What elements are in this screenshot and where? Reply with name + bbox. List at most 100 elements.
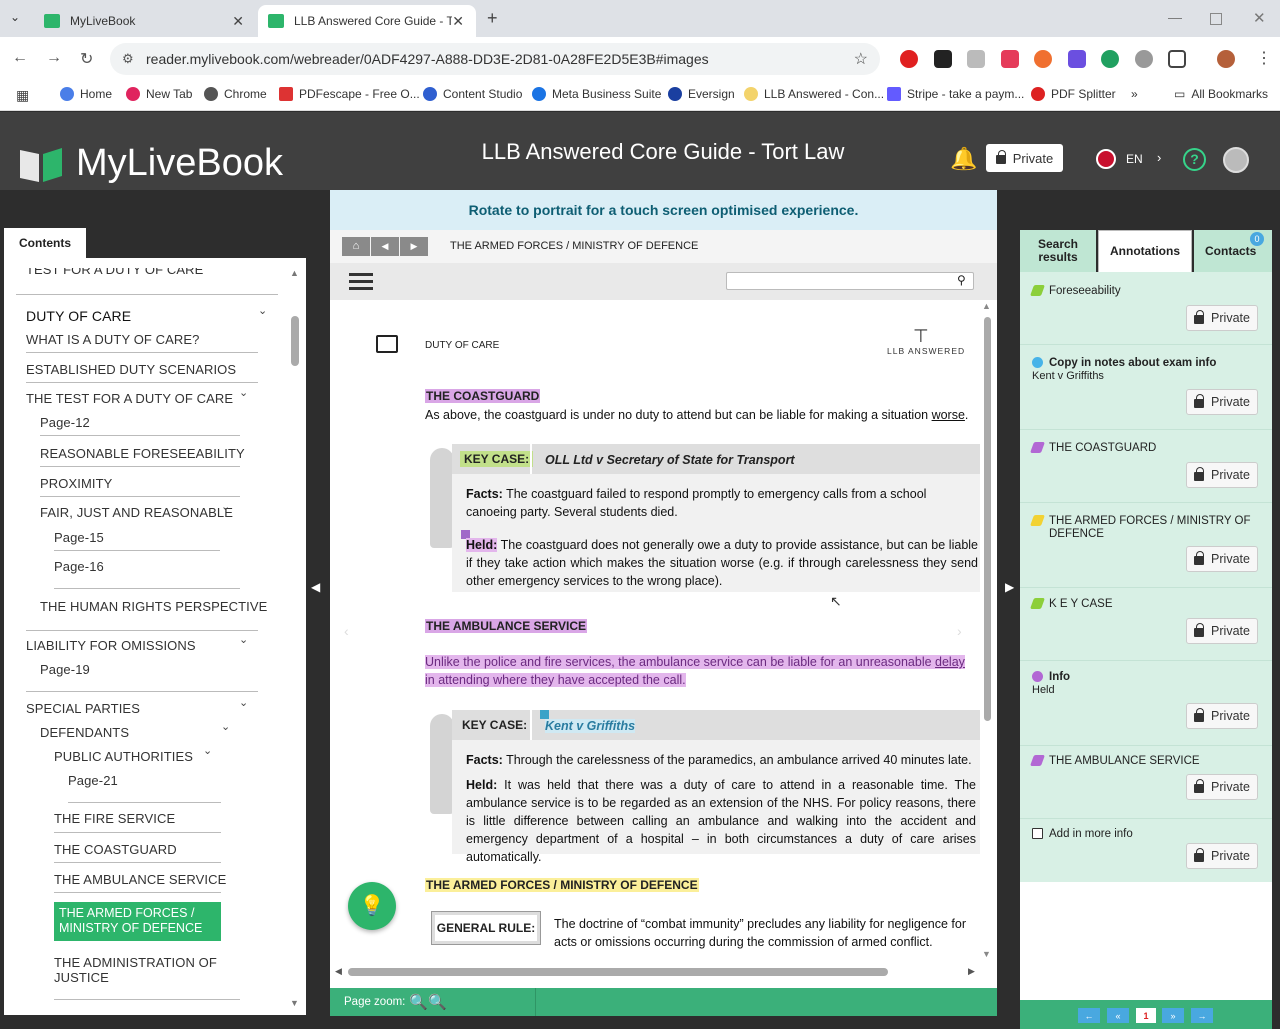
privacy-button[interactable]: Private	[986, 144, 1063, 172]
annotation-item[interactable]: THE COASTGUARD Private	[1020, 430, 1272, 502]
power-extension-icon[interactable]	[1135, 50, 1153, 68]
scroll-left-icon[interactable]: ◀	[335, 966, 342, 977]
annotation-item[interactable]: Foreseeability Private	[1020, 272, 1272, 344]
annotation-item[interactable]: Info Held Private	[1020, 661, 1272, 745]
previous-page-icon[interactable]: ◀	[371, 237, 399, 256]
code-extension-icon[interactable]	[967, 50, 985, 68]
bookmark-eversign[interactable]: Eversign	[668, 87, 735, 101]
close-window-icon[interactable]: ✕	[1253, 9, 1266, 27]
toc-item[interactable]: PROXIMITY	[40, 476, 112, 491]
tab-contents[interactable]: Contents	[4, 228, 86, 258]
chevron-down-icon[interactable]: ⌄	[258, 304, 267, 317]
close-tab-icon[interactable]: ✕	[232, 13, 244, 30]
toc-item[interactable]: ESTABLISHED DUTY SCENARIOS	[26, 362, 236, 377]
chevron-down-icon[interactable]: ⌄	[239, 386, 248, 399]
search-icon[interactable]: ⚲	[957, 273, 966, 287]
bookmark-stripe[interactable]: Stripe - take a paym...	[887, 87, 1024, 101]
coastguard-heading[interactable]: THE COASTGUARD	[425, 389, 541, 403]
scroll-up-icon[interactable]: ▲	[290, 268, 299, 278]
worse-link[interactable]: worse	[932, 408, 965, 422]
uk-flag-icon[interactable]	[1096, 149, 1116, 169]
home-icon[interactable]: ⌂	[342, 237, 370, 256]
toc-item[interactable]: Page-12	[40, 415, 90, 430]
bookmark-new-tab[interactable]: New Tab	[126, 87, 192, 101]
annotation-item[interactable]: THE ARMED FORCES / MINISTRY OF DEFENCE P…	[1020, 503, 1272, 587]
tab-search-results[interactable]: Search results	[1020, 230, 1096, 272]
annotation-item[interactable]: K E Y CASE Private	[1020, 588, 1272, 660]
chevron-down-icon[interactable]: ⌄	[221, 500, 230, 513]
collapse-right-icon[interactable]: ▶	[1005, 580, 1014, 594]
help-icon[interactable]: ?	[1183, 148, 1206, 171]
toc-item[interactable]: THE AMBULANCE SERVICE	[54, 872, 226, 887]
bookmark-pdfescape[interactable]: PDFescape - Free O...	[279, 87, 420, 101]
ambulance-heading[interactable]: THE AMBULANCE SERVICE	[425, 619, 588, 633]
reload-icon[interactable]: ↻	[80, 49, 93, 69]
pager-prev-button[interactable]: «	[1107, 1008, 1129, 1023]
toc-item[interactable]: TEST FOR A DUTY OF CARE	[26, 268, 203, 277]
lightbulb-icon[interactable]: 💡	[348, 882, 396, 930]
toc-item[interactable]: THE COASTGUARD	[54, 842, 177, 857]
zoom-in-icon[interactable]: 🔍	[428, 993, 447, 1011]
collapse-left-icon[interactable]: ◀	[311, 580, 320, 594]
tab-reader[interactable]: LLB Answered Core Guide - Tort ✕	[258, 5, 476, 37]
notification-bell-icon[interactable]: 🔔	[950, 146, 977, 172]
note-marker-icon[interactable]	[540, 710, 549, 719]
armed-forces-heading[interactable]: THE ARMED FORCES / MINISTRY OF DEFENCE	[425, 878, 699, 892]
language-label[interactable]: EN	[1126, 152, 1143, 166]
pager-current-page[interactable]: 1	[1136, 1008, 1156, 1023]
bookmark-home[interactable]: Home	[60, 87, 112, 101]
pager-last-button[interactable]: →	[1191, 1008, 1213, 1023]
annotation-item[interactable]: THE AMBULANCE SERVICE Private	[1020, 746, 1272, 818]
mylivebook-logo[interactable]: MyLiveBook	[18, 142, 283, 185]
url-field[interactable]: ⚙ reader.mylivebook.com/webreader/0ADF42…	[110, 43, 880, 75]
annotation-privacy-button[interactable]: Private	[1186, 774, 1258, 800]
bookmark-pdf-splitter[interactable]: PDF Splitter	[1031, 87, 1116, 101]
annotation-privacy-button[interactable]: Private	[1186, 843, 1258, 869]
close-tab-icon[interactable]: ✕	[452, 13, 464, 30]
delay-link[interactable]: delay	[935, 655, 965, 669]
apps-grid-icon[interactable]: ▦	[16, 87, 29, 104]
extensions-puzzle-icon[interactable]	[1168, 50, 1186, 68]
image-icon[interactable]	[376, 335, 398, 353]
toc-item[interactable]: FAIR, JUST AND REASONABLE	[40, 505, 233, 520]
bookmark-meta-business[interactable]: Meta Business Suite	[532, 87, 661, 101]
bookmark-content-studio[interactable]: Content Studio	[423, 87, 522, 101]
annotation-privacy-button[interactable]: Private	[1186, 462, 1258, 488]
toc-item[interactable]: WHAT IS A DUTY OF CARE?	[26, 332, 200, 347]
minimize-icon[interactable]: —	[1168, 9, 1182, 25]
script-extension-icon[interactable]	[934, 50, 952, 68]
fox-extension-icon[interactable]	[1034, 50, 1052, 68]
user-avatar[interactable]	[1223, 147, 1249, 173]
opera-extension-icon[interactable]	[900, 50, 918, 68]
tab-search-icon[interactable]: ⌄	[10, 10, 20, 24]
scroll-down-icon[interactable]: ▼	[290, 998, 299, 1008]
key-case-name[interactable]: Kent v Griffiths	[545, 719, 636, 733]
forward-icon[interactable]: →	[46, 49, 62, 67]
back-icon[interactable]: ←	[12, 49, 28, 67]
annotation-privacy-button[interactable]: Private	[1186, 305, 1258, 331]
toc-item[interactable]: Page-15	[54, 530, 104, 545]
bookmark-star-icon[interactable]: ☆	[854, 49, 868, 69]
profile-avatar[interactable]	[1217, 50, 1235, 68]
toc-item[interactable]: DUTY OF CARE	[26, 308, 131, 324]
maximize-icon[interactable]	[1210, 13, 1222, 25]
site-info-icon[interactable]: ⚙	[122, 51, 134, 67]
gear-extension-icon[interactable]	[1068, 50, 1086, 68]
next-page-icon[interactable]: ▶	[400, 237, 428, 256]
toc-item[interactable]: THE TEST FOR A DUTY OF CARE	[26, 391, 233, 406]
chevron-down-icon[interactable]: ⌄	[239, 696, 248, 709]
toc-item[interactable]: Page-16	[54, 559, 104, 574]
grammarly-extension-icon[interactable]	[1101, 50, 1119, 68]
tab-mylivebook[interactable]: MyLiveBook ✕	[34, 5, 256, 37]
menu-hamburger-icon[interactable]	[349, 273, 373, 276]
page-scroll-down-icon[interactable]: ▼	[982, 949, 991, 959]
search-input[interactable]	[726, 272, 974, 290]
toc-item[interactable]: SPECIAL PARTIES	[26, 701, 140, 716]
new-tab-icon[interactable]: +	[487, 8, 498, 29]
zoom-out-icon[interactable]: 🔍	[409, 993, 428, 1011]
toc-item[interactable]: REASONABLE FORESEEABILITY	[40, 446, 245, 461]
contents-scrollbar-thumb[interactable]	[291, 316, 299, 366]
horizontal-scrollbar-thumb[interactable]	[348, 968, 888, 976]
chevron-down-icon[interactable]: ⌄	[203, 744, 212, 757]
toc-item[interactable]: LIABILITY FOR OMISSIONS	[26, 638, 196, 653]
